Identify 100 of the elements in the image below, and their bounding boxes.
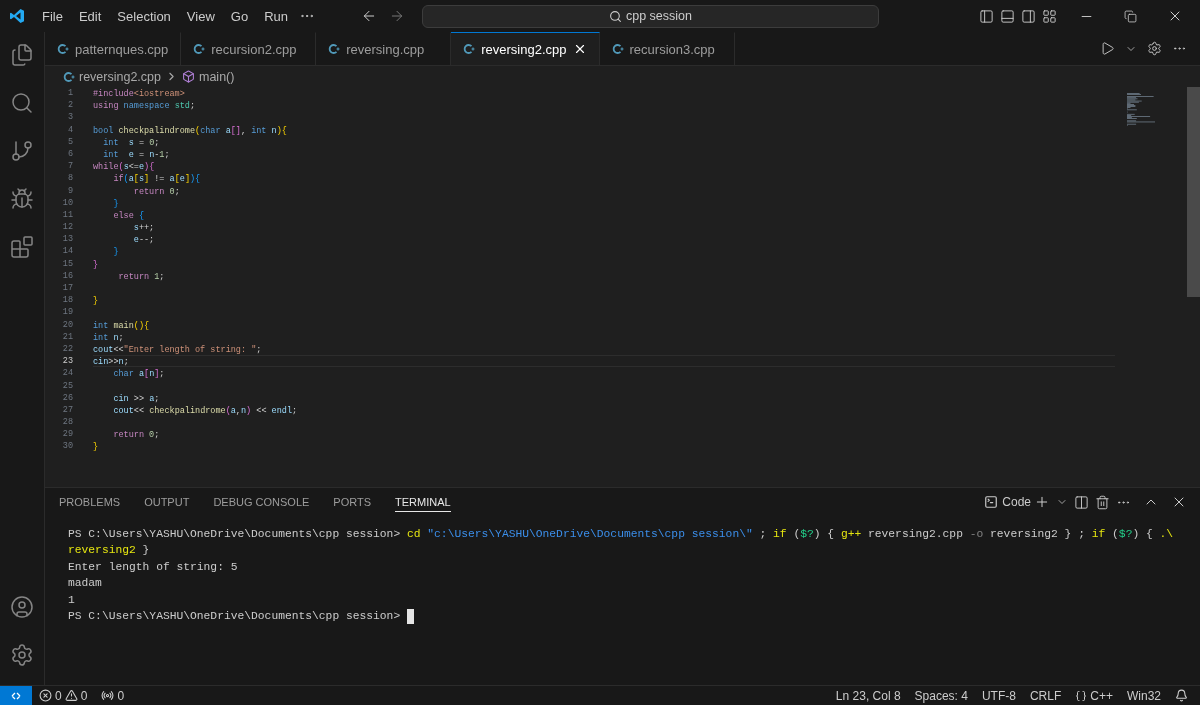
code-line: }: [93, 295, 100, 307]
menu-item[interactable]: Run: [256, 8, 296, 24]
status-item[interactable]: UTF-8: [974, 688, 1023, 703]
method-icon: [182, 70, 195, 83]
code-line: }: [112, 197, 120, 209]
line-number: 30: [61, 440, 74, 453]
line-number: 25: [61, 379, 74, 392]
code-line: return 0;: [112, 429, 161, 441]
line-number: 28: [61, 416, 74, 429]
status-item[interactable]: Ln 23, Col 8: [828, 688, 908, 703]
search-icon: [609, 9, 622, 23]
code-line: }: [93, 258, 100, 270]
line-number: 20: [61, 318, 74, 331]
menu-item[interactable]: Go: [222, 8, 257, 24]
line-number: 16: [61, 269, 74, 282]
panel-tab[interactable]: TERMINAL: [395, 492, 451, 512]
line-number: 4: [66, 123, 74, 136]
panel-tab[interactable]: OUTPUT: [144, 492, 190, 512]
line-number: 11: [61, 208, 74, 222]
menu-item[interactable]: View: [178, 8, 223, 24]
error-count[interactable]: 0: [55, 688, 62, 703]
line-number: 15: [61, 257, 74, 270]
line-number: 12: [61, 221, 74, 234]
error-icon[interactable]: [39, 689, 52, 702]
editor-logo-icon: [9, 8, 25, 24]
line-number: 23: [61, 355, 74, 368]
cpp-file-icon: [193, 43, 206, 55]
line-number: 18: [61, 294, 74, 307]
cpp-file-icon: [57, 43, 69, 55]
line-number: 9: [66, 184, 74, 197]
scrollbar-thumb[interactable]: [1187, 87, 1200, 297]
breadcrumb-item[interactable]: reversing2.cpp: [79, 69, 161, 84]
line-number: 26: [61, 391, 74, 404]
code-line: char a[n];: [112, 368, 166, 380]
terminal-line: 1: [68, 592, 75, 608]
code-line: }: [93, 441, 100, 453]
terminal-icon: [984, 495, 999, 509]
line-number: 14: [61, 245, 74, 258]
status-item[interactable]: Win32: [1120, 688, 1168, 703]
code-line: cin>>n;: [93, 355, 1115, 368]
terminal-profile[interactable]: Code: [984, 495, 1031, 509]
terminal-line: Enter length of string: 5: [68, 559, 238, 575]
code-line: int e = n-1;: [102, 148, 171, 161]
code-line: int main(){: [93, 319, 151, 331]
panel-tab[interactable]: PROBLEMS: [59, 492, 121, 512]
terminal-line: PS C:\Users\YASHU\OneDrive\Documents\cpp session> cd "c:\Users\YASHU\OneDrive\Documents\cpp session\" ; if ($?) { g++ reversing2.cpp -o reversing2 } ; if ($?) { .\: [68, 527, 1174, 542]
line-number: 19: [61, 306, 74, 319]
line-number: 17: [61, 282, 74, 295]
line-number: 5: [66, 135, 74, 148]
code-line: cin >> a;: [112, 392, 161, 404]
cpp-file-icon: [463, 43, 476, 55]
status-item[interactable]: Spaces: 4: [907, 688, 975, 703]
braces-icon[interactable]: [1075, 689, 1088, 702]
code-line: int s = 0;: [102, 136, 161, 148]
line-number: 24: [61, 367, 74, 380]
line-number: 3: [66, 111, 74, 124]
cpp-file-icon: [328, 43, 341, 55]
line-number: 1: [66, 87, 74, 100]
code-line: bool checkpalindrome(char a[], int n){: [93, 124, 288, 136]
code-line: return 0;: [132, 185, 181, 197]
file-tab[interactable]: reversing2.cpp: [451, 32, 600, 65]
warning-icon[interactable]: [64, 689, 78, 702]
line-number: 8: [66, 172, 74, 185]
minimap-drawing: [1125, 93, 1155, 127]
panel-tab[interactable]: PORTS: [333, 492, 372, 512]
search-field[interactable]: cpp session: [422, 4, 879, 28]
code-line: int n;: [93, 331, 125, 343]
code-line: while(s<=e){: [93, 161, 156, 173]
line-number: 21: [61, 330, 74, 343]
menu-item[interactable]: Edit: [70, 8, 110, 24]
language-status[interactable]: C++: [1090, 688, 1113, 703]
line-number: 7: [66, 160, 74, 173]
line-number: 22: [61, 342, 74, 356]
code-line: else {: [112, 209, 146, 222]
code-line: #include<iostream>: [93, 88, 186, 100]
status-item[interactable]: CRLF: [1022, 688, 1069, 703]
code-line: s++;: [132, 222, 156, 234]
panel-tab[interactable]: DEBUG CONSOLE: [213, 492, 310, 512]
cpp-file-icon: [611, 43, 624, 55]
code-line: using namespace std;: [93, 100, 197, 112]
terminal-line: madam: [68, 576, 102, 592]
line-number: 2: [66, 99, 74, 112]
code-line: cout<<"Enter length of string: ";: [93, 343, 263, 356]
terminal-line: PS C:\Users\YASHU\OneDrive\Documents\cpp session>: [68, 609, 402, 625]
menu-item[interactable]: File: [34, 8, 71, 24]
line-number: 29: [61, 428, 74, 441]
code-line: }: [112, 246, 120, 258]
antenna-icon[interactable]: [101, 689, 115, 702]
breadcrumb-item[interactable]: main(): [199, 69, 235, 84]
line-number: 6: [66, 147, 74, 161]
code-line: return 1;: [117, 270, 166, 282]
cpp-file-icon: [63, 70, 75, 83]
code-line: e--;: [132, 234, 156, 246]
menu-item[interactable]: Selection: [109, 8, 179, 24]
warning-count[interactable]: 0: [80, 688, 88, 703]
line-number: 27: [61, 403, 74, 417]
line-number: 10: [61, 196, 74, 209]
terminal-line: reversing2 }: [68, 543, 150, 559]
line-number: 13: [61, 233, 74, 246]
ports-count[interactable]: 0: [117, 688, 125, 703]
